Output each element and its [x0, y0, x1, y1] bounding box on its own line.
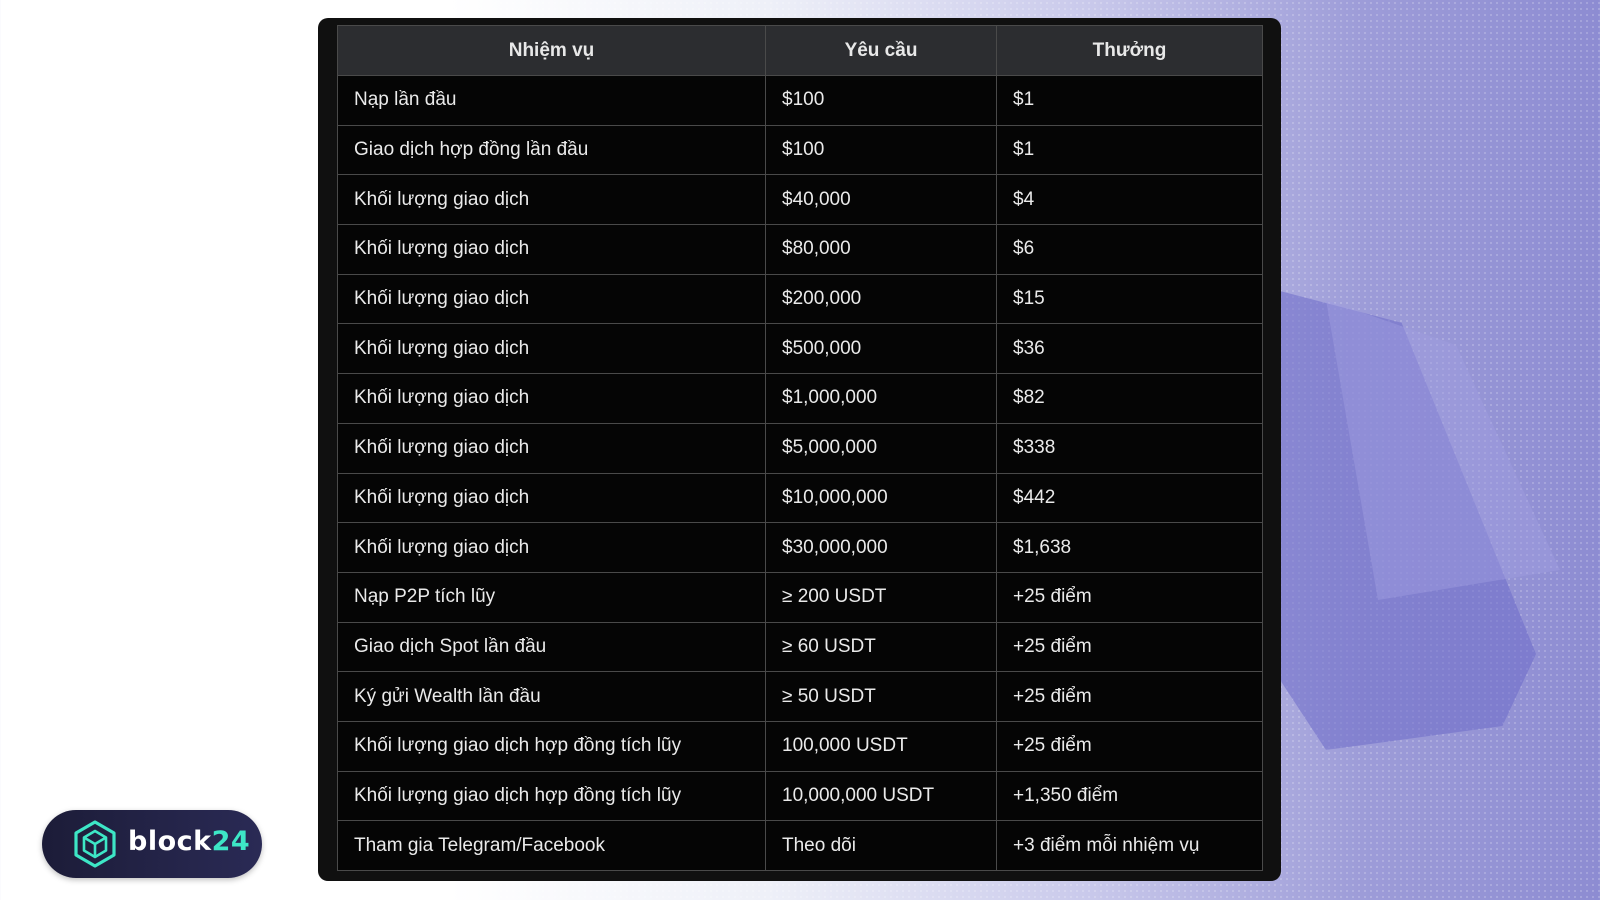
header-requirement: Yêu cầu: [765, 25, 997, 76]
header-task: Nhiệm vụ: [337, 25, 766, 76]
table-row: Nạp lần đầu $100 $1: [337, 75, 1263, 126]
requirement-cell: $100: [765, 75, 997, 126]
table-row: Khối lượng giao dịch $5,000,000 $338: [337, 422, 1263, 474]
requirement-cell: $10,000,000: [765, 472, 997, 524]
task-cell: Tham gia Telegram/Facebook: [337, 820, 766, 871]
task-cell: Khối lượng giao dịch: [337, 273, 766, 325]
block24-logo: block24: [42, 810, 262, 878]
table-row: Khối lượng giao dịch $10,000,000 $442: [337, 472, 1263, 524]
table-row: Khối lượng giao dịch $40,000 $4: [337, 174, 1263, 226]
logo-wordmark: block24: [128, 826, 250, 857]
requirement-cell: 100,000 USDT: [765, 720, 997, 772]
requirement-cell: $200,000: [765, 273, 997, 325]
requirement-cell: ≥ 60 USDT: [765, 621, 997, 673]
task-cell: Khối lượng giao dịch hợp đồng tích lũy: [337, 720, 766, 772]
reward-cell: $442: [996, 472, 1263, 524]
task-cell: Khối lượng giao dịch: [337, 422, 766, 474]
task-cell: Khối lượng giao dịch: [337, 224, 766, 275]
requirement-cell: ≥ 50 USDT: [765, 671, 997, 722]
task-cell: Khối lượng giao dịch: [337, 472, 766, 524]
reward-cell: $82: [996, 373, 1263, 424]
requirement-cell: ≥ 200 USDT: [765, 571, 997, 623]
table-row: Nạp P2P tích lũy ≥ 200 USDT +25 điểm: [337, 571, 1263, 623]
requirement-cell: $80,000: [765, 224, 997, 275]
task-cell: Khối lượng giao dịch: [337, 323, 766, 375]
table-row: Khối lượng giao dịch hợp đồng tích lũy 1…: [337, 770, 1263, 822]
task-cell: Giao dịch hợp đồng lần đầu: [337, 124, 766, 176]
table-row: Khối lượng giao dịch $80,000 $6: [337, 224, 1263, 275]
task-cell: Nạp lần đầu: [337, 75, 766, 126]
reward-cell: $1: [996, 124, 1263, 176]
reward-cell: +25 điểm: [996, 671, 1263, 722]
requirement-cell: $1,000,000: [765, 373, 997, 424]
rewards-table: Nhiệm vụ Yêu cầu Thưởng Nạp lần đầu $100…: [337, 25, 1263, 871]
header-reward: Thưởng: [996, 25, 1263, 76]
table-row: Giao dịch Spot lần đầu ≥ 60 USDT +25 điể…: [337, 621, 1263, 673]
reward-cell: +25 điểm: [996, 720, 1263, 772]
requirement-cell: Theo dõi: [765, 820, 997, 871]
task-cell: Nạp P2P tích lũy: [337, 571, 766, 623]
table-row: Khối lượng giao dịch $200,000 $15: [337, 273, 1263, 325]
rewards-table-frame: Nhiệm vụ Yêu cầu Thưởng Nạp lần đầu $100…: [318, 18, 1281, 881]
requirement-cell: $100: [765, 124, 997, 176]
reward-cell: $36: [996, 323, 1263, 375]
task-cell: Giao dịch Spot lần đầu: [337, 621, 766, 673]
reward-cell: $15: [996, 273, 1263, 325]
requirement-cell: $500,000: [765, 323, 997, 375]
requirement-cell: $5,000,000: [765, 422, 997, 474]
requirement-cell: 10,000,000 USDT: [765, 770, 997, 822]
requirement-cell: $30,000,000: [765, 522, 997, 573]
reward-cell: $6: [996, 224, 1263, 275]
reward-cell: +3 điểm mỗi nhiệm vụ: [996, 820, 1263, 871]
table-row: Khối lượng giao dịch hợp đồng tích lũy 1…: [337, 720, 1263, 772]
task-cell: Khối lượng giao dịch: [337, 373, 766, 424]
requirement-cell: $40,000: [765, 174, 997, 226]
reward-cell: $4: [996, 174, 1263, 226]
logo-text-accent: 24: [211, 826, 251, 857]
reward-cell: +1,350 điểm: [996, 770, 1263, 822]
reward-cell: $1,638: [996, 522, 1263, 573]
task-cell: Khối lượng giao dịch: [337, 522, 766, 573]
task-cell: Khối lượng giao dịch hợp đồng tích lũy: [337, 770, 766, 822]
table-row: Ký gửi Wealth lần đầu ≥ 50 USDT +25 điểm: [337, 671, 1263, 722]
table-row: Tham gia Telegram/Facebook Theo dõi +3 đ…: [337, 820, 1263, 871]
reward-cell: $1: [996, 75, 1263, 126]
cube-hexagon-icon: [74, 820, 116, 868]
table-row: Khối lượng giao dịch $30,000,000 $1,638: [337, 522, 1263, 573]
table-row: Giao dịch hợp đồng lần đầu $100 $1: [337, 124, 1263, 176]
table-row: Khối lượng giao dịch $500,000 $36: [337, 323, 1263, 375]
reward-cell: +25 điểm: [996, 571, 1263, 623]
logo-text-main: block: [128, 826, 212, 857]
table-header-row: Nhiệm vụ Yêu cầu Thưởng: [337, 25, 1263, 76]
reward-cell: +25 điểm: [996, 621, 1263, 673]
table-row: Khối lượng giao dịch $1,000,000 $82: [337, 373, 1263, 424]
task-cell: Khối lượng giao dịch: [337, 174, 766, 226]
task-cell: Ký gửi Wealth lần đầu: [337, 671, 766, 722]
reward-cell: $338: [996, 422, 1263, 474]
